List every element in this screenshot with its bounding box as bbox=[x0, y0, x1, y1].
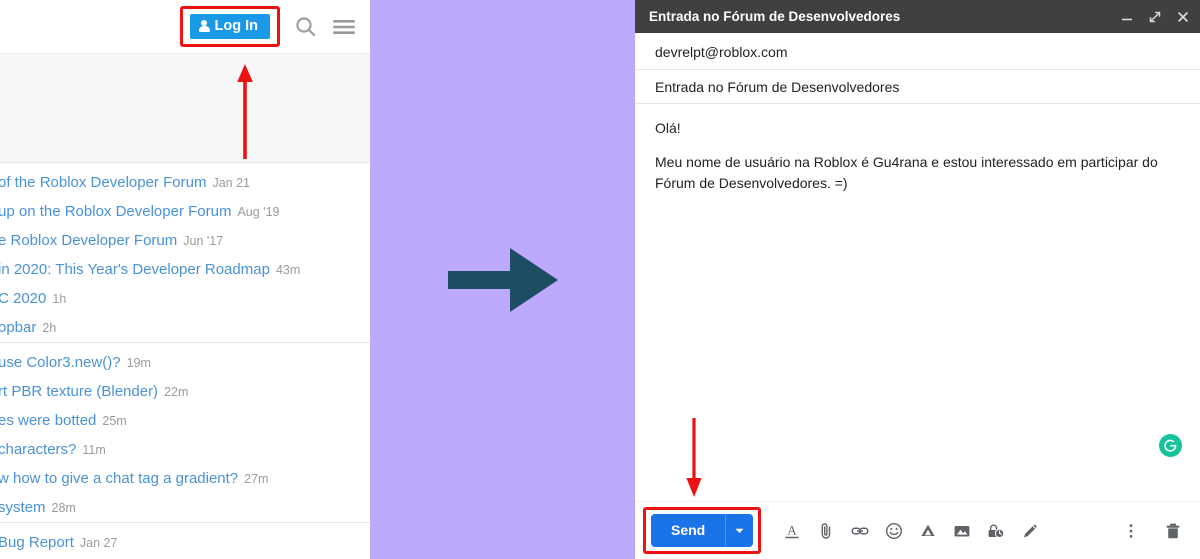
roblox-devforum-panel: Log In of the Roblox Developer Forum Jan… bbox=[0, 0, 370, 559]
right-arrow-icon bbox=[447, 247, 558, 312]
more-options-icon[interactable] bbox=[1118, 518, 1144, 544]
topic-time: Jan 27 bbox=[79, 535, 118, 550]
gmail-compose-window: Entrada no Fórum de Desenvolvedores devr… bbox=[635, 0, 1200, 559]
topic-title[interactable]: Bug Report bbox=[0, 534, 74, 551]
topic-title[interactable]: up on the Roblox Developer Forum bbox=[0, 203, 231, 220]
body-paragraph: Meu nome de usuário na Roblox é Gu4rana … bbox=[655, 154, 1158, 191]
send-button-group: Send bbox=[651, 514, 754, 547]
list-item[interactable]: Bug Report Jan 27 bbox=[0, 528, 370, 557]
attach-file-icon[interactable] bbox=[813, 518, 839, 544]
list-item[interactable]: C 2020 1h bbox=[0, 284, 370, 313]
hamburger-menu-icon[interactable] bbox=[332, 17, 356, 37]
topic-title[interactable]: system bbox=[0, 499, 46, 516]
list-item[interactable]: system 28m bbox=[0, 493, 370, 522]
list-item[interactable]: opbar 2h bbox=[0, 313, 370, 342]
topic-title[interactable]: characters? bbox=[0, 441, 76, 458]
topic-title[interactable]: opbar bbox=[0, 319, 36, 336]
send-button[interactable]: Send bbox=[651, 514, 726, 547]
topic-title[interactable]: e Roblox Developer Forum bbox=[0, 232, 177, 249]
recipient-field[interactable]: devrelpt@roblox.com bbox=[635, 33, 1200, 70]
list-item[interactable]: w how to give a chat tag a gradient? 27m bbox=[0, 464, 370, 493]
insert-drive-file-icon[interactable] bbox=[915, 518, 941, 544]
log-in-label: Log In bbox=[214, 17, 259, 34]
window-controls bbox=[1120, 10, 1190, 24]
topic-time: 22m bbox=[164, 384, 189, 399]
list-item[interactable]: of the Roblox Developer Forum Jan 21 bbox=[0, 168, 370, 197]
topic-group: Bug Report Jan 27 bbox=[0, 528, 370, 557]
list-item[interactable]: use Color3.new()? 19m bbox=[0, 348, 370, 377]
message-body[interactable]: Olá! Meu nome de usuário na Roblox é Gu4… bbox=[635, 104, 1200, 501]
screenshot-root: Log In of the Roblox Developer Forum Jan… bbox=[0, 0, 1200, 559]
insert-link-icon[interactable] bbox=[847, 518, 873, 544]
list-item[interactable]: characters? 11m bbox=[0, 435, 370, 464]
topic-title[interactable]: of the Roblox Developer Forum bbox=[0, 174, 206, 191]
topic-time: Aug '19 bbox=[237, 204, 280, 219]
confidential-mode-icon[interactable] bbox=[983, 518, 1009, 544]
insert-photo-icon[interactable] bbox=[949, 518, 975, 544]
topic-time: 1h bbox=[52, 291, 67, 306]
topic-time: 2h bbox=[42, 320, 57, 335]
compose-toolbar: Send A bbox=[635, 501, 1200, 559]
log-in-button[interactable]: Log In bbox=[189, 13, 270, 40]
compose-window-header: Entrada no Fórum de Desenvolvedores bbox=[635, 0, 1200, 33]
topic-title[interactable]: es were botted bbox=[0, 412, 96, 429]
list-item[interactable]: es were botted 25m bbox=[0, 406, 370, 435]
list-item[interactable]: rt PBR texture (Blender) 22m bbox=[0, 377, 370, 406]
topic-time: 11m bbox=[82, 442, 106, 457]
topic-time: 27m bbox=[244, 471, 269, 486]
topic-group: use Color3.new()? 19m rt PBR texture (Bl… bbox=[0, 348, 370, 523]
search-icon[interactable] bbox=[294, 15, 318, 39]
grammarly-icon[interactable] bbox=[1159, 434, 1182, 457]
body-paragraph: Olá! bbox=[655, 120, 681, 136]
topic-time: 19m bbox=[126, 355, 151, 370]
login-button-highlight: Log In bbox=[179, 5, 280, 48]
forum-hero-banner bbox=[0, 53, 370, 163]
compose-window-title: Entrada no Fórum de Desenvolvedores bbox=[649, 9, 901, 24]
format-text-icon[interactable]: A bbox=[779, 518, 805, 544]
forum-topbar: Log In bbox=[0, 0, 370, 53]
close-icon[interactable] bbox=[1176, 10, 1190, 24]
topic-title[interactable]: in 2020: This Year's Developer Roadmap bbox=[0, 261, 270, 278]
send-options-button[interactable] bbox=[725, 514, 754, 547]
topic-time: Jan 21 bbox=[212, 175, 250, 190]
list-item[interactable]: e Roblox Developer Forum Jun '17 bbox=[0, 226, 370, 255]
transition-arrow-panel bbox=[370, 0, 635, 559]
list-item[interactable]: up on the Roblox Developer Forum Aug '19 bbox=[0, 197, 370, 226]
insert-emoji-icon[interactable] bbox=[881, 518, 907, 544]
topic-title[interactable]: rt PBR texture (Blender) bbox=[0, 383, 158, 400]
topic-time: 28m bbox=[51, 500, 76, 515]
list-item[interactable]: in 2020: This Year's Developer Roadmap 4… bbox=[0, 255, 370, 284]
topic-group: of the Roblox Developer Forum Jan 21 up … bbox=[0, 168, 370, 343]
subject-field[interactable]: Entrada no Fórum de Desenvolvedores bbox=[635, 70, 1200, 104]
toolbar-right-group bbox=[1118, 518, 1186, 544]
topic-title[interactable]: w how to give a chat tag a gradient? bbox=[0, 470, 238, 487]
insert-signature-icon[interactable] bbox=[1017, 518, 1043, 544]
svg-text:A: A bbox=[788, 522, 798, 537]
topic-time: 25m bbox=[102, 413, 127, 428]
user-icon bbox=[198, 19, 210, 33]
minimize-icon[interactable] bbox=[1120, 10, 1134, 24]
compose-tool-icons: A bbox=[779, 518, 1043, 544]
topic-time: Jun '17 bbox=[183, 233, 224, 248]
expand-icon[interactable] bbox=[1148, 10, 1162, 24]
topic-title[interactable]: C 2020 bbox=[0, 290, 46, 307]
topic-time: 43m bbox=[275, 262, 301, 277]
chevron-down-icon bbox=[735, 528, 744, 533]
send-button-highlight: Send bbox=[643, 507, 762, 554]
topic-title[interactable]: use Color3.new()? bbox=[0, 354, 121, 371]
trash-icon[interactable] bbox=[1160, 518, 1186, 544]
